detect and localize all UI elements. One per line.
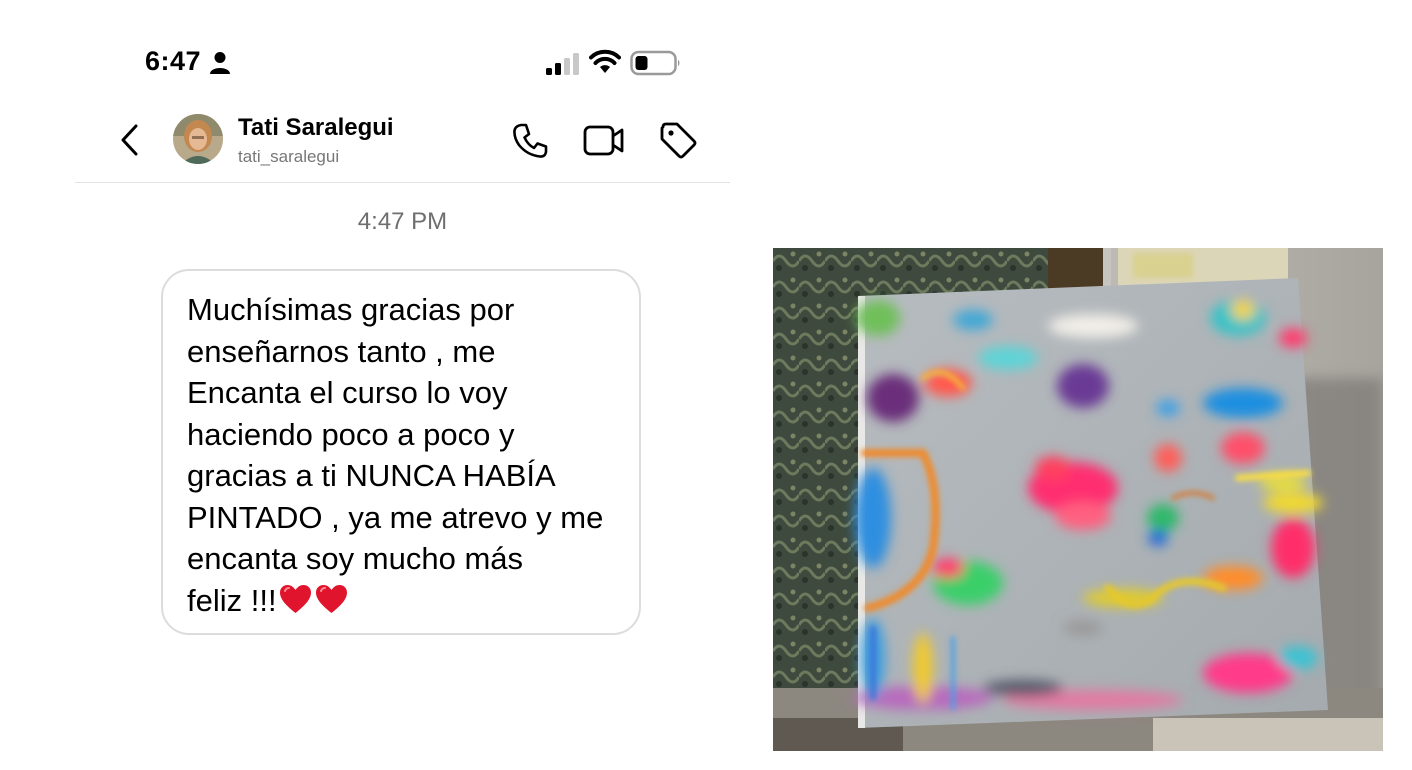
message-bubble[interactable]: Muchísimas gracias por enseñarnos tanto … [161,269,641,635]
abstract-painting-photo [773,248,1383,751]
tag-icon[interactable] [658,120,698,160]
signal-icon [546,53,579,75]
person-icon [210,52,230,74]
heart-icon [279,584,311,613]
battery-icon [630,50,680,76]
video-camera-icon[interactable] [582,122,626,158]
chat-header: Tati Saralegui tati_saralegui [75,100,730,183]
status-time: 6:47 [145,46,202,76]
phone-icon[interactable] [510,121,550,161]
wifi-icon [589,49,621,73]
status-bar: 6:47 [0,0,740,100]
message-body: Muchísimas gracias por enseñarnos tanto … [187,292,604,618]
contact-name[interactable]: Tati Saralegui [238,114,394,142]
message-timestamp: 4:47 PM [357,208,448,235]
back-chevron-icon[interactable] [115,120,145,160]
contact-handle: tati_saralegui [238,147,340,166]
heart-icon [315,584,347,613]
avatar[interactable] [173,114,223,164]
message-text: Muchísimas gracias por enseñarnos tanto … [187,289,629,621]
